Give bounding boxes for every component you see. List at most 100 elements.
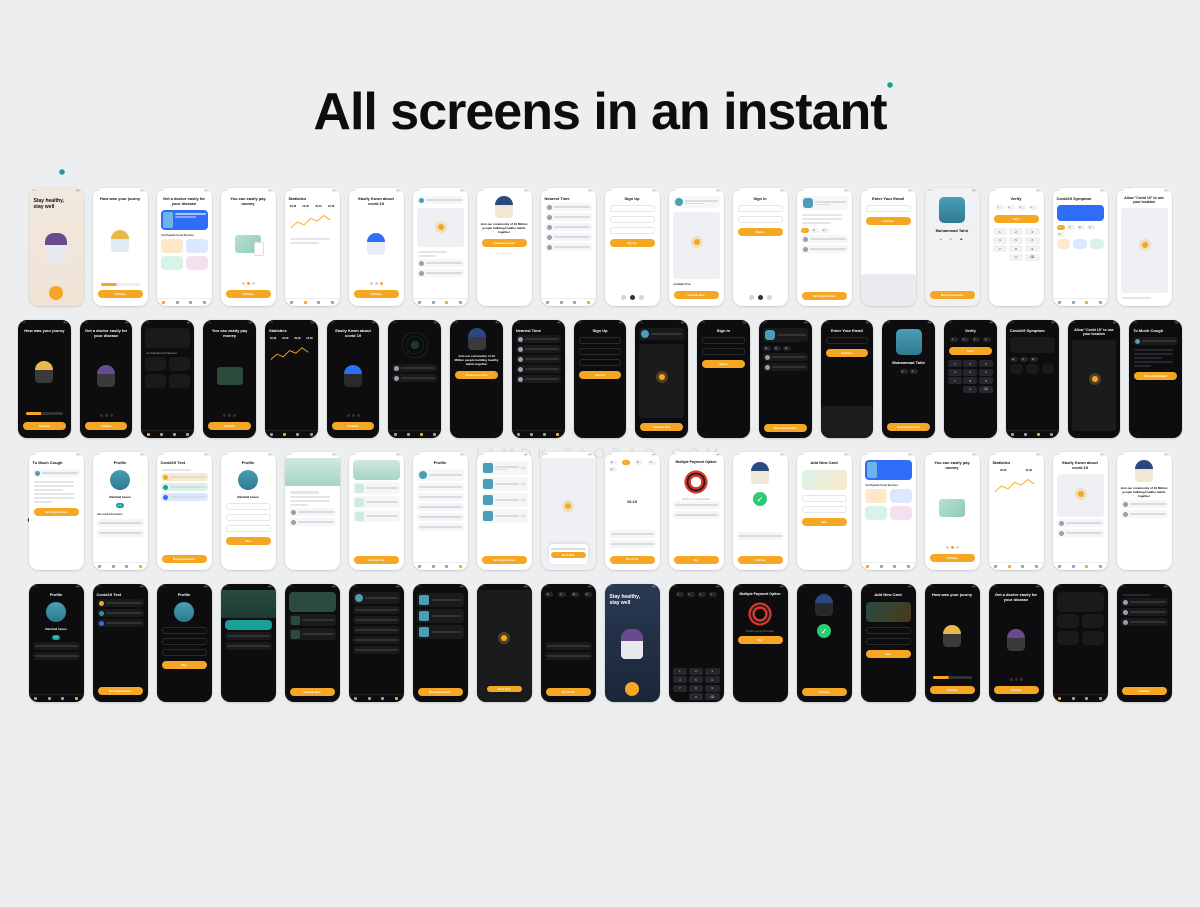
field[interactable] <box>226 525 271 532</box>
create-account-button[interactable]: Create an account <box>455 371 498 379</box>
schedule-button[interactable]: Schedule Now <box>640 423 683 431</box>
book-button[interactable]: Book Appointment <box>764 424 807 432</box>
rating-slider[interactable] <box>101 283 140 286</box>
save-button[interactable]: Save <box>802 518 847 526</box>
continue-button[interactable]: Continue <box>1122 687 1167 695</box>
page-title: All screens in an instant <box>0 0 1200 142</box>
password-input[interactable] <box>702 348 745 355</box>
continue-button[interactable]: Continue <box>930 554 975 562</box>
list-item[interactable] <box>545 213 592 221</box>
start-button[interactable] <box>625 682 639 696</box>
create-account-button[interactable]: Create an account <box>482 239 527 247</box>
continue-button[interactable]: Continue <box>994 686 1039 694</box>
continue-button[interactable]: Continue <box>866 217 911 225</box>
screen-hero-2: Stay healthy, stay well <box>605 584 660 702</box>
signin-button[interactable]: Sign In <box>738 228 783 236</box>
continue-button[interactable]: Continue <box>802 688 847 696</box>
list-item[interactable] <box>801 245 848 253</box>
field[interactable] <box>162 627 207 634</box>
continue-button[interactable]: Continue <box>354 290 399 298</box>
password-input[interactable] <box>579 359 622 366</box>
continue-button[interactable]: Continue <box>85 422 128 430</box>
continue-button[interactable]: Continue <box>332 422 375 430</box>
list-item[interactable] <box>545 223 592 231</box>
list-item[interactable] <box>545 233 592 241</box>
name-input[interactable] <box>610 205 655 212</box>
screen-community: Join our community of 19 Million people … <box>477 188 532 306</box>
book-button[interactable]: Book Appointment <box>887 423 930 431</box>
field[interactable] <box>226 503 271 510</box>
screen-doctor-card-dark: Muhammad Tahir★✉Book Appointment <box>882 320 935 438</box>
book-button[interactable]: Book Appointment <box>162 555 207 563</box>
continue-button[interactable]: Continue <box>98 290 143 298</box>
continue-button[interactable]: Continue <box>226 290 271 298</box>
signup-button[interactable]: Sign Up <box>579 371 622 379</box>
signup-button[interactable]: Sign Up <box>610 239 655 247</box>
schedule-button[interactable]: Schedule Now <box>354 556 399 564</box>
screen-journey-rating: How was your journy Continue <box>93 188 148 306</box>
field[interactable] <box>162 638 207 645</box>
card-input[interactable] <box>866 627 911 634</box>
book-button[interactable]: Book Appointment <box>930 291 975 299</box>
book-button[interactable]: Book Appointment <box>482 556 527 564</box>
signin-title: Sign In <box>733 194 788 203</box>
email-input[interactable] <box>738 205 783 212</box>
rating-slider[interactable] <box>933 676 972 679</box>
field[interactable] <box>226 514 271 521</box>
book-button[interactable]: Book Appointment <box>418 688 463 696</box>
user-avatar <box>174 602 194 622</box>
continue-button[interactable]: Continue <box>826 349 869 357</box>
field[interactable] <box>162 649 207 656</box>
book-button[interactable]: Book Appointment <box>1134 372 1177 380</box>
pay-title: You can easily pay money <box>221 194 276 208</box>
email-input[interactable] <box>579 348 622 355</box>
list-item[interactable] <box>417 269 464 277</box>
email-title: Enter Your Email <box>861 194 916 203</box>
save-button[interactable]: Save <box>162 661 207 669</box>
book-button[interactable]: Book Appointment <box>98 687 143 695</box>
save-button[interactable]: Save <box>226 537 271 545</box>
book-button[interactable]: Book Appointment <box>802 292 847 300</box>
list-item[interactable] <box>545 243 592 251</box>
continue-button[interactable]: Continue <box>930 686 975 694</box>
verify-button[interactable]: Verify <box>994 215 1039 223</box>
name-input[interactable] <box>579 337 622 344</box>
password-input[interactable] <box>610 227 655 234</box>
email-input[interactable] <box>866 205 911 212</box>
screen-get-doctor-dark-2: Get a doctor easily for your diseaseCont… <box>989 584 1044 702</box>
list-item[interactable] <box>801 235 848 243</box>
checkout-button[interactable]: Check Out <box>610 556 655 564</box>
signin-button[interactable]: Sign In <box>702 360 745 368</box>
continue-button[interactable]: Continue <box>23 422 66 430</box>
book-now-button[interactable]: Book Now <box>487 686 522 692</box>
password-input[interactable] <box>738 216 783 223</box>
buy-button[interactable]: Buy <box>738 636 783 644</box>
email-input[interactable] <box>826 337 869 344</box>
continue-button[interactable]: Continue <box>738 556 783 564</box>
rating-slider[interactable] <box>26 412 63 415</box>
book-button[interactable]: Book Appointment <box>34 508 79 516</box>
book-now-button[interactable]: Book Now <box>551 552 586 558</box>
verify-button[interactable]: Verify <box>949 347 992 355</box>
checkout-button[interactable]: Check Out <box>546 688 591 696</box>
list-item[interactable] <box>545 203 592 211</box>
save-button[interactable]: Save <box>866 650 911 658</box>
journey-title: How was your journy <box>93 194 148 203</box>
community-text: Join our community of 19 Million people … <box>477 220 532 236</box>
card-input[interactable] <box>866 638 911 645</box>
screen-keypad-dark: 28641234567890⌫ <box>669 584 724 702</box>
start-button[interactable] <box>49 286 63 300</box>
email-input[interactable] <box>610 216 655 223</box>
card-input[interactable] <box>802 506 847 513</box>
continue-button[interactable]: Continue <box>208 422 251 430</box>
card-input[interactable] <box>802 495 847 502</box>
keyboard[interactable] <box>821 406 874 438</box>
buy-button[interactable]: Buy <box>674 556 719 564</box>
numeric-keypad[interactable]: 1234567890⌫ <box>989 226 1044 263</box>
keyboard[interactable] <box>861 274 916 306</box>
row-dark-2: ProfileRahibull hasanEdit Covid19 TestBo… <box>18 584 1182 702</box>
list-item[interactable] <box>417 259 464 267</box>
schedule-button[interactable]: Schedule Now <box>290 688 335 696</box>
schedule-button[interactable]: Schedule Now <box>674 291 719 299</box>
email-input[interactable] <box>702 337 745 344</box>
